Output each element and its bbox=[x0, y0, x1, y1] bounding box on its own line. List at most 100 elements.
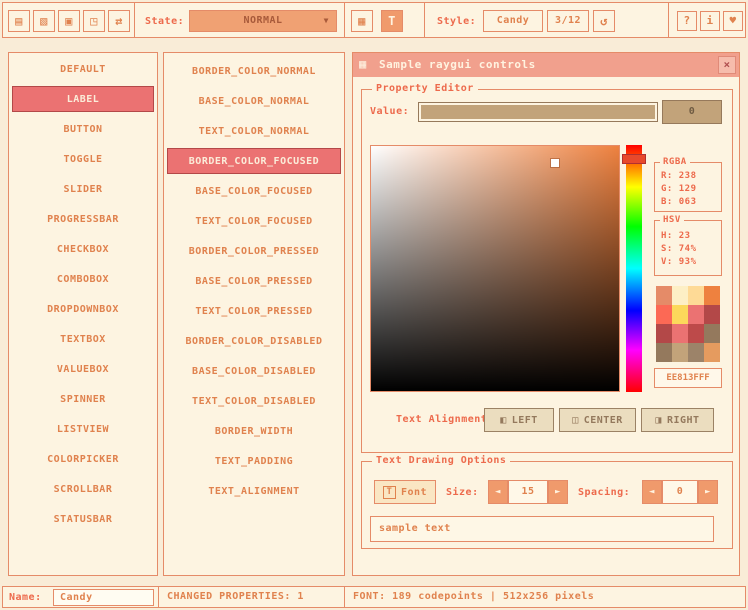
toolbar-file-section: ▤ ▧ ▣ ◳ ⇄ bbox=[2, 2, 135, 38]
controls-list-item[interactable]: COMBOBOX bbox=[12, 266, 154, 292]
properties-list-item[interactable]: BASE_COLOR_FOCUSED bbox=[167, 178, 341, 204]
palette-swatch[interactable] bbox=[704, 324, 720, 343]
sponsor-button[interactable]: ♥ bbox=[723, 11, 743, 31]
properties-list-item[interactable]: BORDER_COLOR_NORMAL bbox=[167, 58, 341, 84]
spacing-value-box[interactable]: 0 bbox=[662, 480, 698, 504]
open-file-button[interactable]: ▧ bbox=[33, 10, 55, 32]
text-preview-toggle-button[interactable]: T bbox=[381, 10, 403, 32]
controls-list-item[interactable]: LISTVIEW bbox=[12, 416, 154, 442]
save-file-button[interactable]: ▣ bbox=[58, 10, 80, 32]
size-decrease-button[interactable]: ◄ bbox=[488, 480, 508, 504]
properties-list-item[interactable]: TEXT_COLOR_DISABLED bbox=[167, 388, 341, 414]
hsv-s-value: S: 74% bbox=[655, 243, 721, 256]
style-name-input[interactable]: Candy bbox=[53, 589, 154, 606]
help-button[interactable]: ? bbox=[677, 11, 697, 31]
arrow-right-icon: ► bbox=[705, 487, 711, 497]
style-index-box[interactable]: 3/12 bbox=[547, 10, 589, 32]
hex-value-box[interactable]: EE813FFF bbox=[654, 368, 722, 388]
controls-list-item[interactable]: DEFAULT bbox=[12, 56, 154, 82]
palette-swatch[interactable] bbox=[704, 286, 720, 305]
sample-text-input[interactable]: sample text bbox=[370, 516, 714, 542]
property-editor-group: Property Editor Value: 0 RGBA R: 238 G: … bbox=[361, 89, 733, 453]
style-name-text: Candy bbox=[60, 592, 93, 603]
controls-list-item[interactable]: VALUEBOX bbox=[12, 356, 154, 382]
spacing-decrease-button[interactable]: ◄ bbox=[642, 480, 662, 504]
spacing-label: Spacing: bbox=[578, 487, 630, 498]
font-button[interactable]: T Font bbox=[374, 480, 436, 504]
spacing-increase-button[interactable]: ► bbox=[698, 480, 718, 504]
color-sv-overlay bbox=[371, 146, 619, 391]
state-dropdown[interactable]: NORMAL ▼ bbox=[189, 10, 337, 32]
palette-swatch[interactable] bbox=[656, 286, 672, 305]
hsv-label: HSV bbox=[660, 215, 684, 225]
window-titlebar[interactable]: ▦ Sample raygui controls × bbox=[353, 53, 739, 77]
align-center-button[interactable]: ◫ CENTER bbox=[559, 408, 636, 432]
palette-swatch[interactable] bbox=[704, 305, 720, 324]
name-label: Name: bbox=[9, 592, 42, 603]
controls-list-item-selected[interactable]: LABEL bbox=[12, 86, 154, 112]
controls-list-item[interactable]: TEXTBOX bbox=[12, 326, 154, 352]
properties-list-item[interactable]: BORDER_COLOR_DISABLED bbox=[167, 328, 341, 354]
value-slider[interactable] bbox=[418, 102, 658, 122]
close-button[interactable]: × bbox=[718, 56, 736, 74]
random-style-button[interactable]: ⇄ bbox=[108, 10, 130, 32]
properties-list-item[interactable]: BASE_COLOR_PRESSED bbox=[167, 268, 341, 294]
controls-list-item[interactable]: PROGRESSBAR bbox=[12, 206, 154, 232]
new-file-button[interactable]: ▤ bbox=[8, 10, 30, 32]
palette-swatch[interactable] bbox=[656, 324, 672, 343]
color-cursor[interactable] bbox=[551, 159, 559, 167]
palette-swatch[interactable] bbox=[688, 324, 704, 343]
properties-list-item[interactable]: BASE_COLOR_NORMAL bbox=[167, 88, 341, 114]
sample-controls-window: ▦ Sample raygui controls × Property Edit… bbox=[352, 52, 740, 576]
chevron-down-icon: ▼ bbox=[324, 11, 329, 31]
size-value-box[interactable]: 15 bbox=[508, 480, 548, 504]
window-icon: ▦ bbox=[359, 57, 367, 71]
info-button[interactable]: i bbox=[700, 11, 720, 31]
palette-swatch[interactable] bbox=[656, 343, 672, 362]
style-name-button[interactable]: Candy bbox=[483, 10, 543, 32]
properties-list-item[interactable]: TEXT_COLOR_PRESSED bbox=[167, 298, 341, 324]
properties-list-item[interactable]: BORDER_COLOR_PRESSED bbox=[167, 238, 341, 264]
controls-list-item[interactable]: TOGGLE bbox=[12, 146, 154, 172]
controls-list-item[interactable]: STATUSBAR bbox=[12, 506, 154, 532]
align-right-button[interactable]: ◨ RIGHT bbox=[641, 408, 714, 432]
palette-swatch[interactable] bbox=[688, 305, 704, 324]
properties-list-item[interactable]: BORDER_WIDTH bbox=[167, 418, 341, 444]
controls-list-item[interactable]: SCROLLBAR bbox=[12, 476, 154, 502]
arrow-left-icon: ◄ bbox=[649, 487, 655, 497]
grid-toggle-button[interactable]: ▦ bbox=[351, 10, 373, 32]
palette-swatch[interactable] bbox=[672, 305, 688, 324]
properties-list-item[interactable]: TEXT_ALIGNMENT bbox=[167, 478, 341, 504]
value-box[interactable]: 0 bbox=[662, 100, 722, 124]
text-drawing-options-group: Text Drawing Options T Font Size: ◄ 15 ►… bbox=[361, 461, 733, 549]
palette-swatch[interactable] bbox=[656, 305, 672, 324]
palette-swatch[interactable] bbox=[688, 343, 704, 362]
palette-swatch[interactable] bbox=[672, 343, 688, 362]
align-left-button[interactable]: ◧ LEFT bbox=[484, 408, 554, 432]
hue-cursor[interactable] bbox=[622, 154, 646, 164]
controls-list-item[interactable]: DROPDOWNBOX bbox=[12, 296, 154, 322]
properties-list-item[interactable]: TEXT_COLOR_FOCUSED bbox=[167, 208, 341, 234]
controls-list-item[interactable]: CHECKBOX bbox=[12, 236, 154, 262]
help-icon: ? bbox=[683, 14, 690, 27]
controls-list-item[interactable]: BUTTON bbox=[12, 116, 154, 142]
controls-list-item[interactable]: COLORPICKER bbox=[12, 446, 154, 472]
properties-list-item[interactable]: TEXT_COLOR_NORMAL bbox=[167, 118, 341, 144]
color-sv-panel[interactable] bbox=[370, 145, 620, 392]
palette-swatch[interactable] bbox=[704, 343, 720, 362]
controls-list-item[interactable]: SPINNER bbox=[12, 386, 154, 412]
statusbar-font-section: FONT: 189 codepoints | 512x256 pixels bbox=[344, 586, 746, 608]
controls-list-item[interactable]: SLIDER bbox=[12, 176, 154, 202]
hue-bar[interactable] bbox=[626, 145, 642, 392]
rgba-group: RGBA R: 238 G: 129 B: 063 bbox=[654, 162, 722, 212]
size-increase-button[interactable]: ► bbox=[548, 480, 568, 504]
palette-swatch[interactable] bbox=[672, 324, 688, 343]
properties-list-item[interactable]: TEXT_PADDING bbox=[167, 448, 341, 474]
reload-style-button[interactable]: ↺ bbox=[593, 10, 615, 32]
properties-list-item-selected[interactable]: BORDER_COLOR_FOCUSED bbox=[167, 148, 341, 174]
export-file-button[interactable]: ◳ bbox=[83, 10, 105, 32]
palette-swatch[interactable] bbox=[688, 286, 704, 305]
text-alignment-label: Text Alignment: bbox=[396, 414, 494, 425]
properties-list-item[interactable]: BASE_COLOR_DISABLED bbox=[167, 358, 341, 384]
palette-swatch[interactable] bbox=[672, 286, 688, 305]
